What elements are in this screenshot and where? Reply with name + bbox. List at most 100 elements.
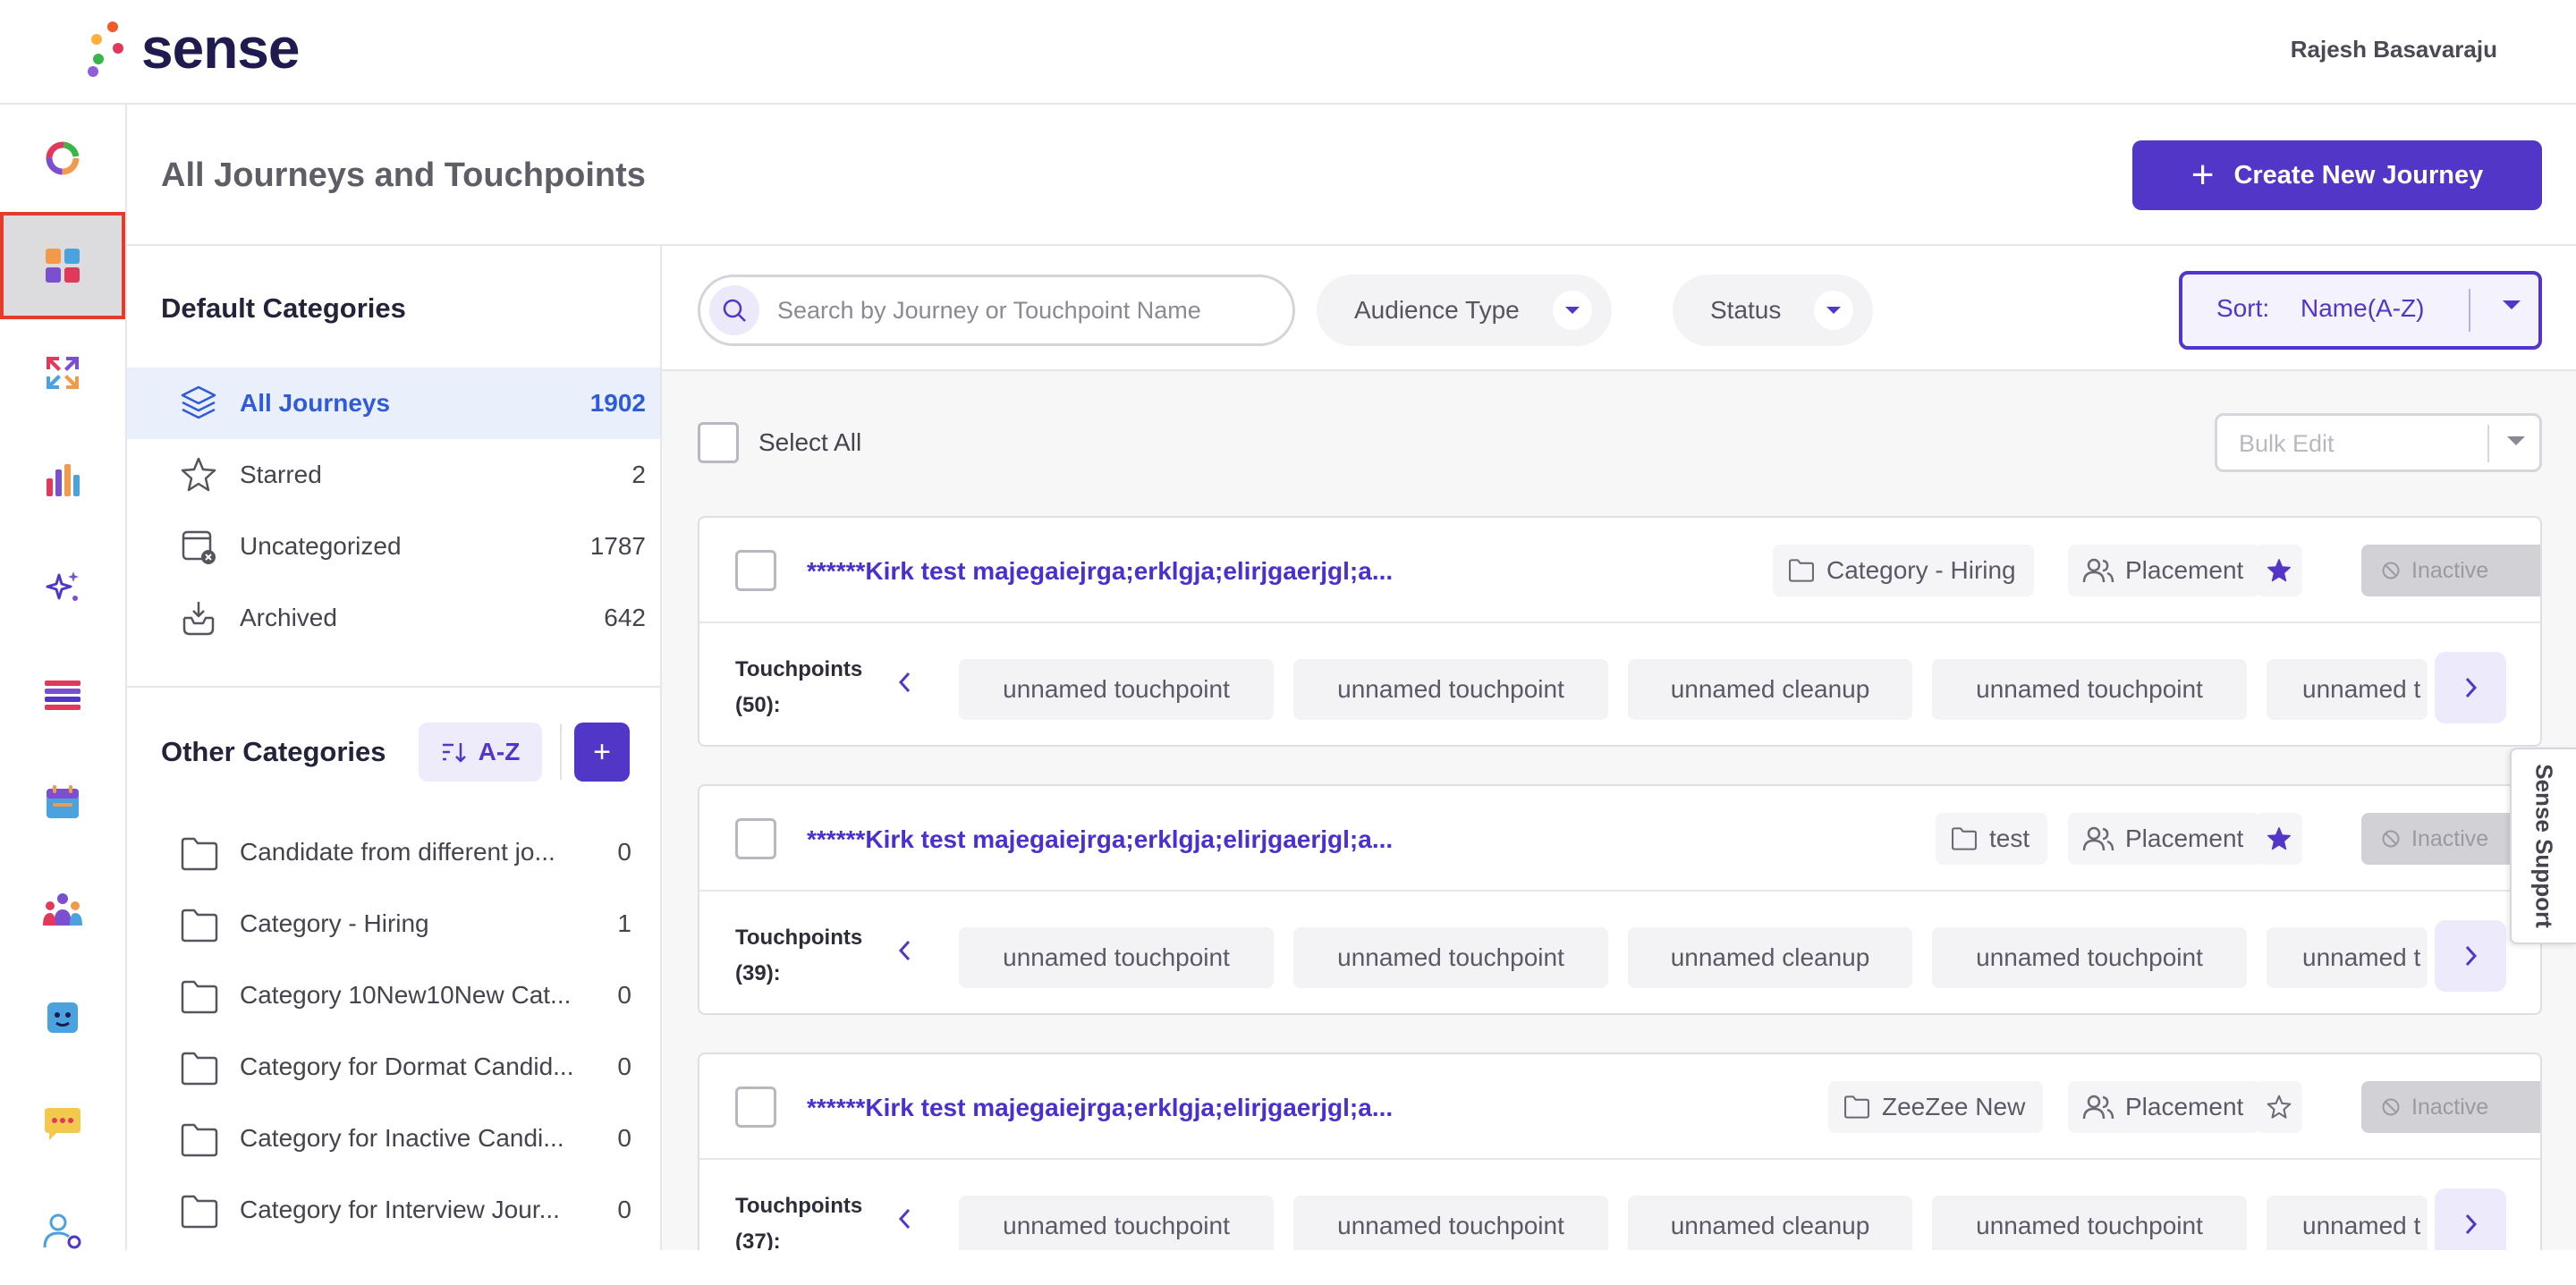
nav-workflows[interactable] [0, 319, 125, 427]
chevron-left-icon[interactable] [896, 670, 914, 699]
journey-category-tag[interactable]: ZeeZee New [1828, 1081, 2044, 1133]
touchpoints-count: (50): [735, 693, 781, 717]
status-dropdown[interactable]: Status [1673, 275, 1873, 346]
chevron-left-icon[interactable] [896, 938, 914, 968]
category-archived[interactable]: Archived 642 [127, 582, 660, 654]
button-separator [560, 724, 562, 780]
next-touchpoints-button[interactable] [2435, 652, 2506, 723]
category-all-journeys[interactable]: All Journeys 1902 [127, 368, 660, 439]
touchpoints-count: (39): [735, 961, 781, 985]
left-nav-rail [0, 105, 127, 1250]
sort-dropdown[interactable]: Sort: Name(A-Z) [2179, 271, 2542, 350]
search-box[interactable] [698, 275, 1295, 346]
nav-analytics[interactable] [0, 427, 125, 534]
nav-ai[interactable] [0, 534, 125, 641]
sense-logo[interactable]: sense [86, 16, 300, 80]
status-badge[interactable]: Inactive [2361, 545, 2540, 596]
journey-title-link[interactable]: ******Kirk test majegaiejrga;erklgja;eli… [807, 825, 1393, 854]
add-category-button[interactable]: + [574, 723, 630, 782]
star-toggle[interactable] [2256, 545, 2302, 596]
journey-title-link[interactable]: ******Kirk test majegaiejrga;erklgja;eli… [807, 557, 1393, 586]
journey-card[interactable]: ******Kirk test majegaiejrga;erklgja;eli… [698, 516, 2542, 747]
touchpoint-chip[interactable]: unnamed t [2267, 659, 2428, 720]
touchpoint-chip[interactable]: unnamed touchpoint [1932, 659, 2247, 720]
touchpoint-chip[interactable]: unnamed touchpoint [1293, 1196, 1608, 1250]
plus-icon: + [2190, 153, 2215, 197]
touchpoint-chip[interactable]: unnamed touchpoint [959, 1196, 1274, 1250]
journey-card[interactable]: ******Kirk test majegaiejrga;erklgja;eli… [698, 784, 2542, 1015]
touchpoint-chip[interactable]: unnamed touchpoint [959, 659, 1274, 720]
touchpoint-chip[interactable]: unnamed touchpoint [1932, 927, 2247, 988]
journey-audience-tag: Placement [2068, 545, 2262, 596]
category-starred[interactable]: Starred 2 [127, 439, 660, 511]
star-toggle[interactable] [2256, 1081, 2302, 1133]
touchpoint-chip[interactable]: unnamed touchpoint [1293, 659, 1608, 720]
touchpoint-chip[interactable]: unnamed touchpoint [1293, 927, 1608, 988]
folder-icon [181, 980, 218, 1014]
journey-category-tag[interactable]: test [1936, 813, 2048, 865]
sense-support-label: Sense Support [2530, 764, 2558, 928]
journey-category-label: test [1989, 824, 2030, 852]
chevron-left-icon[interactable] [896, 1206, 914, 1236]
other-category-item[interactable]: Candidate from different jo... 0 [127, 818, 660, 890]
bulk-edit-dropdown[interactable]: Bulk Edit [2215, 413, 2542, 472]
nav-messages[interactable] [0, 1070, 125, 1178]
nav-journeys[interactable] [0, 212, 125, 319]
other-category-item[interactable]: Category for Inactive Candi... 0 [127, 1104, 660, 1176]
nav-calendar[interactable] [0, 748, 125, 856]
category-count: 0 [617, 838, 631, 866]
sort-az-button[interactable]: A-Z [419, 723, 542, 782]
journey-title-link[interactable]: ******Kirk test majegaiejrga;erklgja;eli… [807, 1094, 1393, 1122]
select-all-checkbox[interactable] [698, 422, 739, 463]
touchpoint-chip[interactable]: unnamed cleanup [1628, 659, 1912, 720]
audience-type-dropdown[interactable]: Audience Type [1317, 275, 1612, 346]
brand-name: sense [141, 16, 300, 80]
next-touchpoints-button[interactable] [2435, 1188, 2506, 1250]
category-count: 1787 [589, 532, 646, 560]
nav-lists[interactable] [0, 641, 125, 748]
select-all[interactable]: Select All [698, 422, 861, 463]
other-category-item[interactable]: Category - Hiring 1 [127, 890, 660, 961]
folder-icon [1844, 1095, 1869, 1119]
category-count: 642 [604, 604, 646, 631]
category-uncategorized[interactable]: Uncategorized 1787 [127, 511, 660, 582]
category-label: Category for Interview Jour... [240, 1196, 560, 1223]
touchpoints-label: Touchpoints (50): [735, 652, 862, 723]
star-outline-icon [2267, 1095, 2292, 1119]
journey-checkbox[interactable] [735, 1086, 776, 1128]
other-category-item[interactable]: Category for Interview Jour... 0 [127, 1176, 660, 1247]
touchpoint-chip[interactable]: unnamed touchpoint [1932, 1196, 2247, 1250]
create-new-journey-button[interactable]: + Create New Journey [2132, 140, 2542, 210]
sense-support-tab[interactable]: Sense Support [2510, 748, 2576, 944]
touchpoint-chip[interactable]: unnamed cleanup [1628, 1196, 1912, 1250]
user-name[interactable]: Rajesh Basavaraju [2291, 36, 2497, 63]
next-touchpoints-button[interactable] [2435, 920, 2506, 992]
folder-icon [181, 909, 218, 943]
other-category-item[interactable]: Category 10New10New Cat... 0 [127, 961, 660, 1033]
blocked-icon [2382, 562, 2400, 579]
star-toggle[interactable] [2256, 813, 2302, 865]
default-categories-heading: Default Categories [161, 292, 406, 324]
nav-dashboard[interactable] [0, 105, 125, 212]
search-icon [709, 285, 759, 335]
nav-people[interactable] [0, 856, 125, 963]
touchpoints-text: Touchpoints [735, 926, 863, 950]
other-category-item[interactable]: Category for Dormat Candid... 0 [127, 1033, 660, 1104]
journey-checkbox[interactable] [735, 550, 776, 591]
nav-user-settings[interactable] [0, 1178, 125, 1285]
folder-icon [1952, 827, 1977, 850]
chevron-down-icon [1814, 291, 1853, 330]
status-badge[interactable]: Inactive [2361, 1081, 2540, 1133]
touchpoint-chip[interactable]: unnamed touchpoint [959, 927, 1274, 988]
folder-icon [181, 837, 218, 871]
touchpoint-chip[interactable]: unnamed cleanup [1628, 927, 1912, 988]
touchpoint-chip[interactable]: unnamed t [2267, 927, 2428, 988]
journey-audience-tag: Placement [2068, 813, 2262, 865]
touchpoint-chip[interactable]: unnamed t [2267, 1196, 2428, 1250]
nav-chatbot[interactable] [0, 963, 125, 1070]
journey-card[interactable]: ******Kirk test majegaiejrga;erklgja;eli… [698, 1053, 2542, 1250]
category-label: Category - Hiring [240, 909, 429, 937]
search-input[interactable] [775, 288, 1276, 333]
journey-checkbox[interactable] [735, 818, 776, 859]
journey-category-tag[interactable]: Category - Hiring [1773, 545, 2034, 596]
